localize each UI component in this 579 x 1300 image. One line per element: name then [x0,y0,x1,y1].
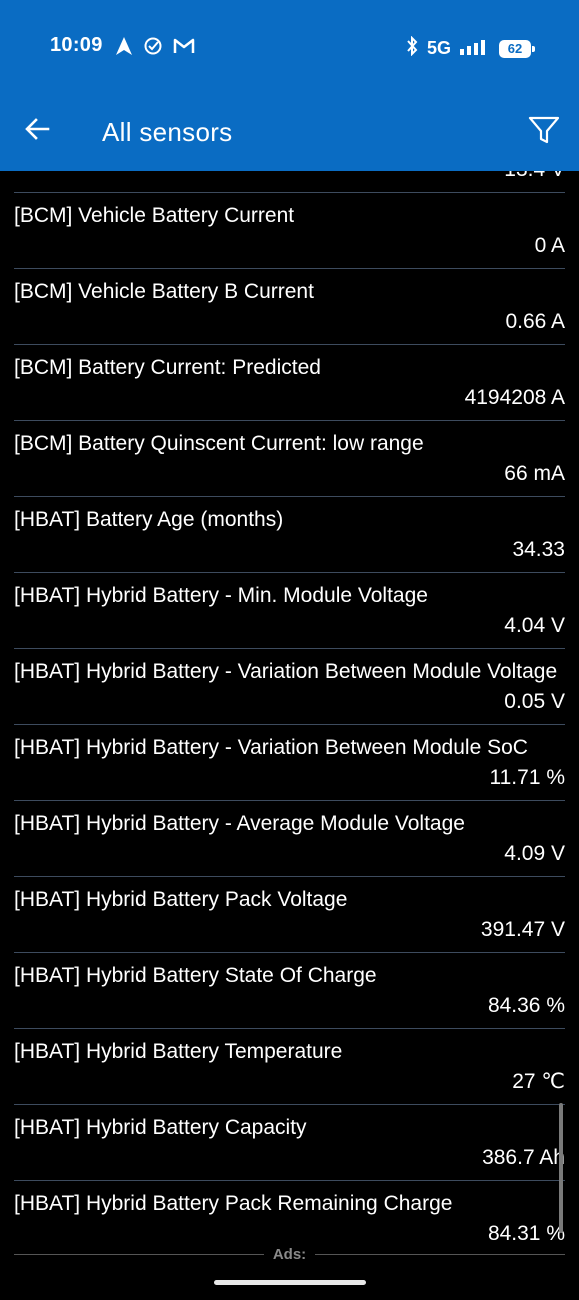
sensor-value: 13.4 V [504,171,565,183]
network-type: 5G [426,38,451,58]
sensor-rows: [BCM] Vehicle Battery Current 0 A [BCM] Ve… [0,193,579,1246]
check-circle-icon [143,36,163,61]
sensor-name: [HBAT] Hybrid Battery - Variation Betwee… [14,660,558,683]
sensor-name: [BCM] Vehicle Battery Current [14,204,295,227]
sensor-row[interactable]: [HBAT] Hybrid Battery Pack Voltage 391.47… [14,877,565,953]
battery-level: 62 [507,41,523,56]
sensor-list[interactable]: 13.4 V [BCM] Vehicle Battery Current0 A[… [0,171,579,1246]
sensor-row[interactable]: [HBAT] Hybrid Battery - Average Module V… [14,801,565,877]
screen: 10:09 5G 62 All sensors [BCM] Vehicle Ba… [0,0,579,1300]
sensor-value: 0 A [534,234,565,257]
sensor-name: [HBAT] Hybrid Battery Pack Remaining Cha… [14,1192,453,1215]
sensor-value: 11.71 % [489,766,566,789]
sensor-row[interactable]: [HBAT] Hybrid Battery Temperature 27 ℃ [14,1029,565,1105]
app-bar: All sensors [0,95,579,171]
sensor-name: [HBAT] Hybrid Battery State Of Charge [14,964,377,987]
divider [315,1254,565,1255]
scrollbar[interactable] [559,1103,563,1233]
sensor-value: 391.47 V [480,918,565,941]
sensor-name: [HBAT] Hybrid Battery Temperature [14,1040,343,1063]
sensor-name: [BCM] Battery Current: Predicted [14,356,321,379]
filter-button[interactable] [527,113,561,147]
sensor-value: 4.04 V [504,614,565,637]
ads-section: Ads: [14,1244,565,1266]
status-icons-right: 5G 62 [405,35,535,61]
sensor-row[interactable]: [HBAT] Hybrid Battery Pack Remaining Cha… [14,1181,565,1246]
sensor-row[interactable]: [HBAT] Hybrid Battery - Min. Module Volt… [14,573,565,649]
sensor-row[interactable]: [HBAT] Hybrid Battery - Variation Betwee… [14,649,565,725]
sensor-value: 34.33 [512,538,565,561]
home-indicator[interactable] [214,1280,366,1285]
signal-icon [459,37,491,60]
sensor-name: [HBAT] Hybrid Battery - Min. Module Volt… [14,584,428,607]
sensor-value: 0.66 A [505,310,565,333]
navigation-icon [115,36,133,61]
status-time: 10:09 [50,34,103,56]
sensor-row[interactable]: [HBAT] Hybrid Battery Capacity 386.7 Ah [14,1105,565,1181]
sensor-value: 66 mA [504,462,565,485]
battery-icon: 62 [499,39,535,58]
sensor-row[interactable]: [BCM] Battery Current: Predicted 4194208 … [14,345,565,421]
sensor-row[interactable]: [BCM] Vehicle Battery Current 0 A [14,193,565,269]
sensor-row[interactable]: [HBAT] Hybrid Battery State Of Charge 84.… [14,953,565,1029]
sensor-name: [HBAT] Battery Age (months) [14,508,284,531]
gmail-icon [173,37,195,60]
status-icons-left [115,36,195,61]
sensor-row[interactable]: [HBAT] Battery Age (months) 34.33 [14,497,565,573]
sensor-value: 84.36 % [487,994,565,1017]
sensor-value: 0.05 V [504,690,565,713]
sensor-row[interactable]: [BCM] Vehicle Battery B Current 0.66 A [14,269,565,345]
status-bar: 10:09 5G 62 [0,0,579,95]
sensor-name: [BCM] Vehicle Battery B Current [14,280,314,303]
sensor-row[interactable]: [HBAT] Hybrid Battery - Variation Betwee… [14,725,565,801]
bluetooth-icon [405,35,419,61]
sensor-value: 4.09 V [504,842,565,865]
sensor-name: [HBAT] Hybrid Battery - Variation Betwee… [14,736,528,759]
sensor-name: [HBAT] Hybrid Battery Pack Voltage [14,888,348,911]
page-title: All sensors [102,117,233,147]
back-button[interactable] [18,109,58,149]
sensor-value: 27 ℃ [512,1070,565,1093]
sensor-value: 386.7 Ah [482,1146,565,1169]
sensor-value: 84.31 % [487,1222,565,1245]
back-arrow-icon [25,118,50,140]
filter-icon [528,116,560,144]
sensor-row[interactable]: [BCM] Battery Quinscent Current: low ran… [14,421,565,497]
sensor-value: 4194208 A [464,386,565,409]
sensor-name: [BCM] Battery Quinscent Current: low ran… [14,432,424,455]
sensor-name: [HBAT] Hybrid Battery - Average Module V… [14,812,465,835]
sensor-name: [HBAT] Hybrid Battery Capacity [14,1116,307,1139]
list-item-partial[interactable]: 13.4 V [14,171,565,193]
